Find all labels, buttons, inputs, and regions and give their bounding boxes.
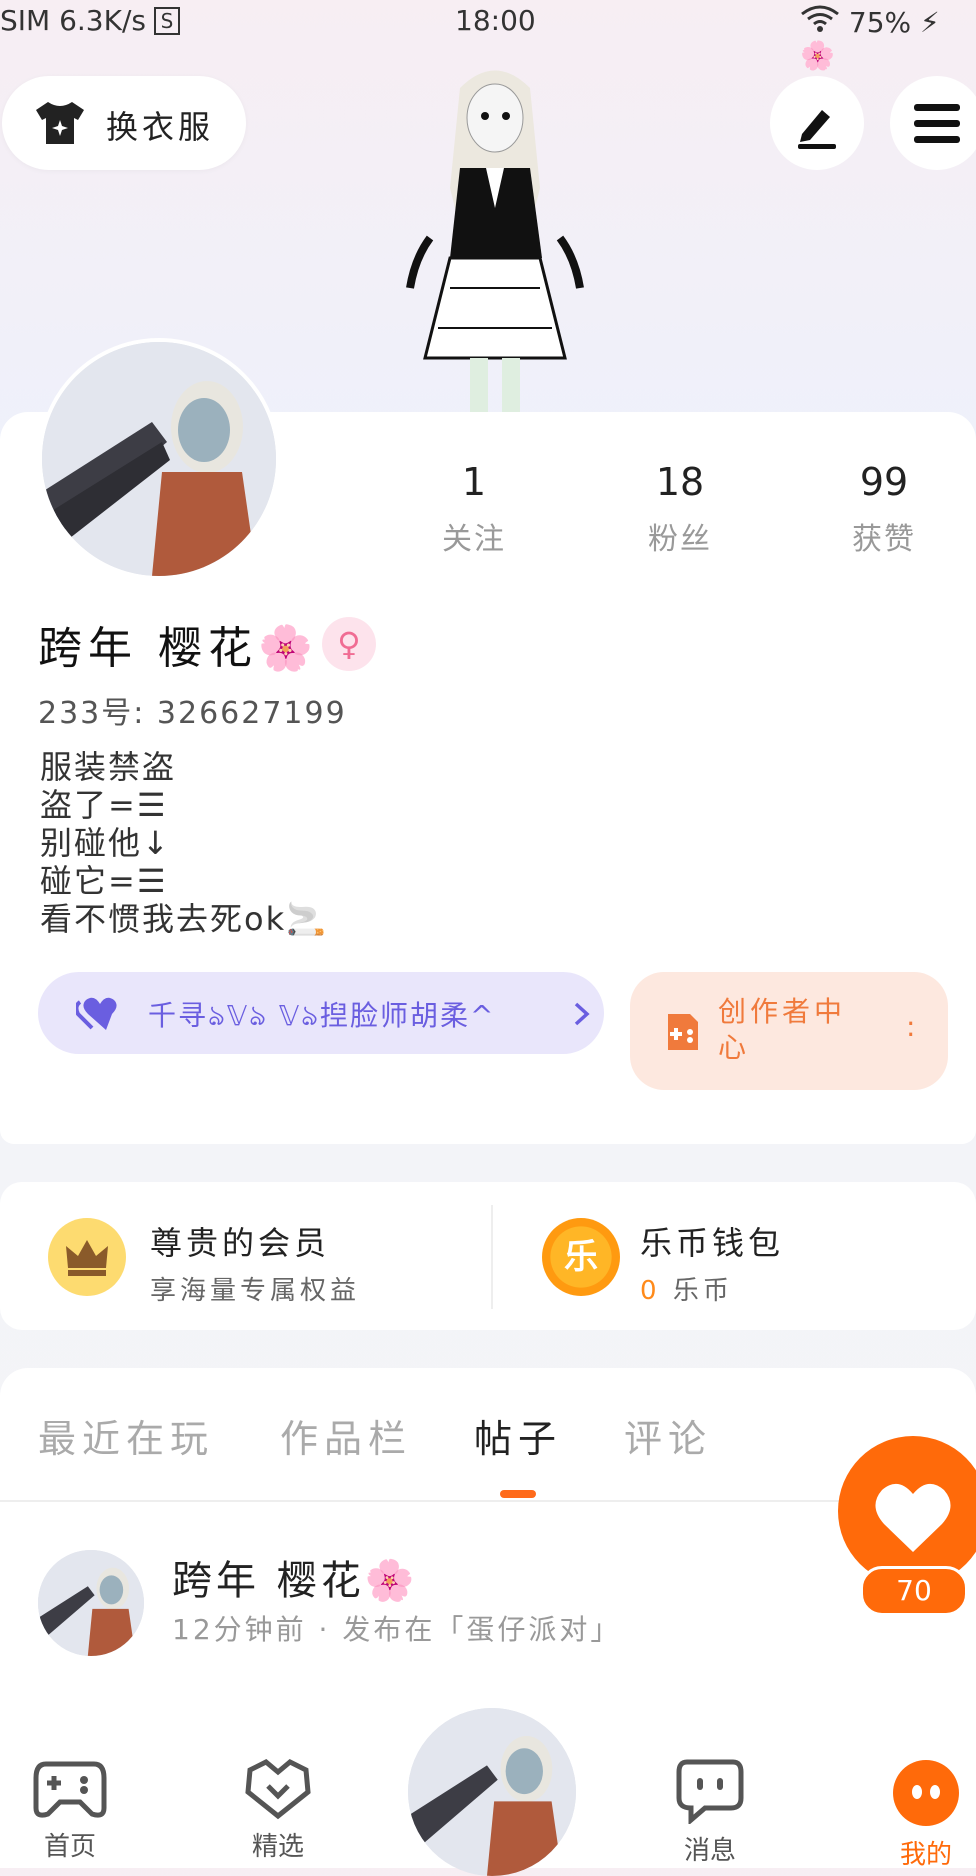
pen-icon (798, 110, 836, 149)
avatar[interactable] (38, 338, 280, 580)
flower-icon: 🌸 (800, 39, 835, 72)
character-figure[interactable] (390, 58, 600, 412)
status-bar: SIM 6.3K/s S 18:00 75% ⚡ 🌸 (0, 0, 976, 72)
vip-entry[interactable]: 尊贵的会员 享海量专属权益 (48, 1218, 368, 1306)
tab-works[interactable]: 作品栏 (280, 1408, 412, 1463)
tab-comments[interactable]: 评论 (624, 1408, 712, 1463)
wallet-entry[interactable]: 乐 乐币钱包 0 乐币 (540, 1218, 920, 1306)
heart-outline-icon (245, 1759, 311, 1820)
charging-icon: ⚡ (920, 6, 940, 39)
bio-line: 碰它=☰ (40, 862, 168, 900)
friend-tag-button[interactable]: 千寻ঌ𝕍ঌ 𝕍ঌ揑脸师胡柔^ (38, 972, 604, 1054)
tab-recent-played[interactable]: 最近在玩 (38, 1408, 214, 1463)
user-id: 233号: 326627199 (38, 696, 347, 731)
hearts-icon (76, 997, 117, 1030)
tab-divider (0, 1500, 976, 1502)
nav-home-label: 首页 (43, 1832, 96, 1862)
bio-line: 看不惯我去死ok🚬 (40, 900, 328, 938)
face-icon (893, 1760, 959, 1826)
creator-center-label: 创作者中心 (718, 995, 847, 1064)
nav-center-avatar[interactable] (408, 1708, 576, 1876)
chevron-right-icon (574, 1002, 590, 1026)
nav-messages[interactable]: 消息 (640, 1758, 780, 1867)
post-author-avatar[interactable] (38, 1550, 144, 1656)
post-author-name[interactable]: 跨年 樱花🌸 (172, 1548, 419, 1606)
friend-tag-text: 千寻ঌ𝕍ঌ 𝕍ঌ揑脸师胡柔^ (148, 999, 496, 1032)
chat-icon (676, 1759, 744, 1826)
game-file-icon (668, 1014, 698, 1050)
stat-value: 18 (655, 460, 705, 504)
female-icon: ♀ (322, 617, 376, 671)
divider (491, 1205, 493, 1309)
wallet-unit: 乐币 (672, 1276, 733, 1306)
wifi-icon (800, 5, 849, 39)
nav-me-label: 我的 (899, 1840, 952, 1870)
nav-messages-label: 消息 (683, 1836, 736, 1866)
stat-label: 粉丝 (648, 522, 712, 557)
stat-likes[interactable]: 99 获赞 (824, 460, 944, 558)
change-outfit-label: 换衣服 (106, 108, 215, 146)
sim-icon: S (154, 7, 181, 35)
change-outfit-button[interactable]: 换衣服 (2, 76, 246, 170)
tab-posts[interactable]: 帖子 (474, 1408, 562, 1463)
nav-me[interactable]: 我的 (856, 1758, 976, 1871)
bio-line: 别碰他↓ (40, 824, 171, 862)
stat-label: 关注 (442, 522, 506, 557)
stat-fans[interactable]: 18 粉丝 (620, 460, 740, 558)
nav-featured-label: 精选 (251, 1832, 304, 1862)
gamepad-icon (33, 1761, 107, 1818)
vip-subtitle: 享海量专属权益 (150, 1276, 361, 1306)
menu-icon (914, 104, 960, 143)
profile-bio: 服装禁盗 盗了=☰ 别碰他↓ 碰它=☰ 看不惯我去死ok🚬 (40, 748, 328, 938)
wallet-title: 乐币钱包 (640, 1224, 785, 1262)
crown-icon (48, 1218, 126, 1296)
menu-button[interactable] (890, 76, 976, 170)
vip-title: 尊贵的会员 (150, 1224, 331, 1262)
like-fab-button[interactable] (838, 1436, 976, 1586)
stat-value: 99 (859, 460, 909, 504)
coin-icon: 乐 (542, 1218, 620, 1296)
profile-name: 跨年 樱花🌸 (38, 623, 319, 674)
stat-label: 获赞 (852, 522, 916, 557)
heart-icon (875, 1483, 951, 1552)
bio-line: 盗了=☰ (40, 786, 168, 824)
creator-center-button[interactable]: 创作者中心 : (630, 972, 948, 1090)
battery-level: 75% (848, 6, 912, 39)
active-tab-indicator (500, 1490, 536, 1498)
post-meta: 12分钟前 · 发布在「蛋仔派对」 (172, 1613, 622, 1646)
stat-value: 1 (461, 460, 487, 504)
nav-featured[interactable]: 精选 (208, 1758, 348, 1863)
network-speed: SIM 6.3K/s (0, 4, 147, 37)
clock: 18:00 (455, 4, 536, 37)
wallet-balance: 0 (640, 1276, 661, 1306)
shirt-icon (36, 102, 84, 144)
like-count-badge: 70 (860, 1566, 968, 1616)
edit-button[interactable] (770, 76, 864, 170)
bio-line: 服装禁盗 (40, 748, 177, 786)
nav-home[interactable]: 首页 (0, 1758, 140, 1863)
creator-dot: : (906, 1010, 916, 1043)
stat-following[interactable]: 1 关注 (414, 460, 534, 558)
